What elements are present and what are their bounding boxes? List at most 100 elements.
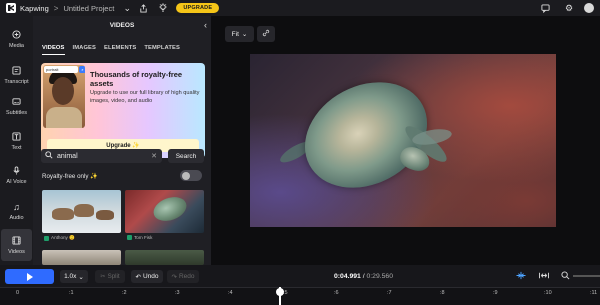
plus-circle-icon <box>12 29 21 41</box>
rail-item-ai-voice[interactable]: AI Voice <box>1 160 32 190</box>
rail-item-transcript[interactable]: Transcript <box>1 60 32 90</box>
pexels-logo-icon <box>44 235 49 241</box>
aspect-lock-button[interactable] <box>257 26 275 42</box>
rail-item-videos[interactable]: Videos <box>1 229 32 261</box>
ruler-label: :4 <box>228 290 233 296</box>
promo-portrait-image: portrait ⌕ <box>43 65 85 128</box>
transcript-icon <box>12 65 21 77</box>
ruler-label: :1 <box>69 290 74 296</box>
ruler-label: :9 <box>493 290 498 296</box>
undo-arrow-icon: ↶ <box>135 273 141 281</box>
undo-label: Undo <box>142 273 159 280</box>
royalty-free-toggle[interactable] <box>180 170 202 181</box>
credit-name: Anthony 🙂 <box>51 235 75 240</box>
share-upload-icon[interactable] <box>136 1 150 15</box>
ruler-label: :3 <box>175 290 180 296</box>
gear-icon[interactable]: ⚙ <box>562 1 576 15</box>
rail-item-subtitles[interactable]: Subtitles <box>1 91 32 121</box>
search-button[interactable]: Search <box>168 149 204 163</box>
search-value[interactable]: animal <box>57 153 151 160</box>
rail-item-media[interactable]: Media <box>1 24 32 54</box>
text-icon <box>12 131 21 143</box>
rail-item-audio[interactable]: ♫ Audio <box>1 196 32 226</box>
rail-label: Media <box>9 42 24 49</box>
search-input[interactable]: animal ✕ <box>41 149 162 163</box>
video-result-deer[interactable] <box>42 190 121 233</box>
scissors-icon: ✂ <box>100 273 106 280</box>
upgrade-button[interactable]: UPGRADE <box>176 3 220 13</box>
left-rail: Media Transcript Subtitles Text AI Voice… <box>0 16 33 265</box>
rail-label: Transcript <box>4 78 29 85</box>
timecode: 0:04.991 / 0:29.560 <box>334 273 393 280</box>
video-credit[interactable]: Tom Fisk <box>127 235 152 240</box>
duration: 0:29.560 <box>366 273 393 280</box>
fit-timeline-icon[interactable] <box>538 271 550 282</box>
breadcrumb-separator: > <box>53 3 59 13</box>
promo-description: Upgrade to use our full library of high … <box>90 90 200 104</box>
play-button[interactable] <box>5 269 54 284</box>
tab-videos[interactable]: VIDEOS <box>42 45 65 55</box>
tab-templates[interactable]: TEMPLATES <box>144 45 180 55</box>
playback-bar: 1.0x ⌄ ✂ Split ↶ Undo ↷ Redo 0:04.991 / … <box>0 265 600 287</box>
ruler-label: :6 <box>334 290 339 296</box>
rail-item-text[interactable]: Text <box>1 126 32 156</box>
video-result-turtle[interactable] <box>125 190 204 233</box>
subtitles-icon <box>12 97 21 108</box>
clear-search-icon[interactable]: ✕ <box>151 152 157 160</box>
zoom-slider[interactable] <box>573 275 600 277</box>
collapse-panel-chevron-icon[interactable]: ‹ <box>204 20 207 30</box>
ruler-label: :7 <box>387 290 392 296</box>
ruler-label: :2 <box>122 290 127 296</box>
rail-label: AI Voice <box>6 178 27 185</box>
video-result[interactable] <box>125 250 204 265</box>
split-button[interactable]: ✂ Split <box>95 270 125 283</box>
zoom-search-icon[interactable] <box>561 271 570 282</box>
lightbulb-icon[interactable] <box>156 1 170 15</box>
timeline-ruler[interactable]: 0 :1 :2 :3 :4 :5 :6 :7 :8 :9 :10 :11 <box>0 287 600 305</box>
chevron-down-icon: ⌄ <box>78 273 84 281</box>
ruler-label: 0 <box>16 290 20 296</box>
redo-label: Redo <box>178 273 195 280</box>
video-credit[interactable]: Anthony 🙂 <box>44 235 75 241</box>
kapwing-logo-icon[interactable] <box>6 3 16 13</box>
pexels-logo-icon <box>127 235 132 240</box>
fit-dropdown[interactable]: Fit ⌄ <box>225 26 254 42</box>
video-preview[interactable] <box>250 54 556 227</box>
chevron-down-icon: ⌄ <box>241 31 248 38</box>
current-time: 0:04.991 <box>334 273 361 280</box>
film-icon <box>12 235 21 247</box>
tab-elements[interactable]: ELEMENTS <box>104 45 136 55</box>
top-bar: Kapwing > Untitled Project ⌄ UPGRADE ⚙ <box>0 0 600 16</box>
credit-name: Tom Fisk <box>134 235 153 240</box>
brand-name[interactable]: Kapwing <box>20 4 49 13</box>
comments-icon[interactable] <box>538 1 552 15</box>
rail-label: Subtitles <box>5 109 28 116</box>
user-avatar[interactable] <box>584 3 594 13</box>
ai-voice-icon <box>12 165 21 177</box>
link-icon <box>262 29 270 39</box>
tab-images[interactable]: IMAGES <box>73 45 96 55</box>
promo-search-icon: ⌕ <box>79 66 85 73</box>
fit-label: Fit <box>231 30 239 38</box>
ruler-label: :11 <box>590 290 598 296</box>
split-label: Split <box>107 273 120 280</box>
rail-label: Videos <box>8 248 25 255</box>
rail-label: Text <box>11 144 22 151</box>
chevron-down-icon[interactable]: ⌄ <box>120 1 134 15</box>
time-separator: / <box>362 273 365 280</box>
undo-button[interactable]: ↶ Undo <box>131 270 163 283</box>
playhead-handle[interactable] <box>276 288 284 296</box>
project-title[interactable]: Untitled Project <box>63 4 114 13</box>
snap-icon[interactable] <box>515 271 527 282</box>
ruler-label: :10 <box>544 290 552 296</box>
search-icon <box>45 151 53 161</box>
ruler-label: :8 <box>440 290 445 296</box>
panel-tabs: VIDEOS IMAGES ELEMENTS TEMPLATES <box>42 45 180 55</box>
panel-title: VIDEOS <box>109 22 135 29</box>
redo-arrow-icon: ↷ <box>171 273 177 281</box>
upgrade-promo-card: portrait ⌕ Thousands of royalty-free ass… <box>41 63 205 158</box>
music-note-icon: ♫ <box>13 201 20 212</box>
redo-button[interactable]: ↷ Redo <box>167 270 199 283</box>
video-result[interactable] <box>42 250 121 265</box>
playback-speed-dropdown[interactable]: 1.0x ⌄ <box>60 270 88 283</box>
